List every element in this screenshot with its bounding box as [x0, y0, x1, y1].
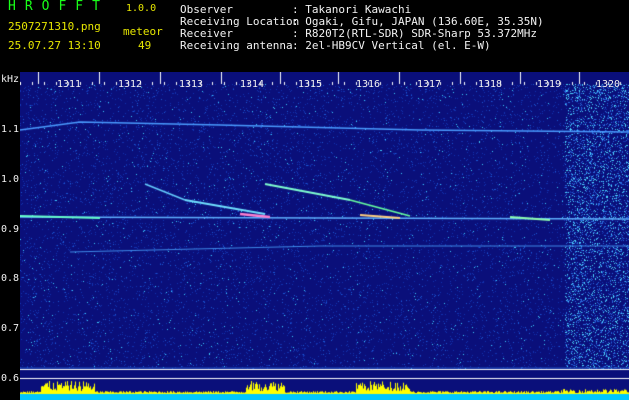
x-tick-label: 1320 — [596, 79, 621, 90]
x-tick-label: 1317 — [417, 79, 442, 90]
spectrogram-canvas — [20, 72, 629, 400]
y-tick-label: 1.0 — [1, 174, 20, 185]
meteor-count: 49 — [138, 39, 152, 52]
file-name: 2507271310.png — [8, 20, 101, 33]
y-axis-unit: kHz — [1, 74, 20, 85]
app-version: 1.0.0 — [126, 3, 157, 14]
x-tick-label: 1314 — [240, 79, 265, 90]
x-tick-label: 1312 — [118, 79, 143, 90]
y-tick-label: 0.8 — [1, 273, 20, 284]
y-tick-label: 0.9 — [1, 224, 20, 235]
x-tick-label: 1319 — [537, 79, 562, 90]
x-tick-label: 1316 — [356, 79, 381, 90]
y-tick-label: 0.6 — [1, 373, 20, 384]
y-tick-label: 0.7 — [1, 323, 20, 334]
x-tick-label: 1315 — [298, 79, 323, 90]
meteor-label: meteor — [123, 25, 163, 38]
antenna-value: : 2el-HB9CV Vertical (el. E-W) — [292, 39, 491, 52]
x-tick-label: 1311 — [57, 79, 82, 90]
x-tick-label: 1318 — [478, 79, 503, 90]
app-title: HROFFT — [8, 0, 109, 14]
x-tick-label: 1313 — [179, 79, 204, 90]
header-panel: HROFFT 1.0.0 2507271310.png meteor 25.07… — [0, 0, 629, 72]
antenna-label: Receiving antenna — [180, 39, 293, 52]
timestamp: 25.07.27 13:10 — [8, 39, 101, 52]
y-tick-label: 1.1 — [1, 124, 20, 135]
